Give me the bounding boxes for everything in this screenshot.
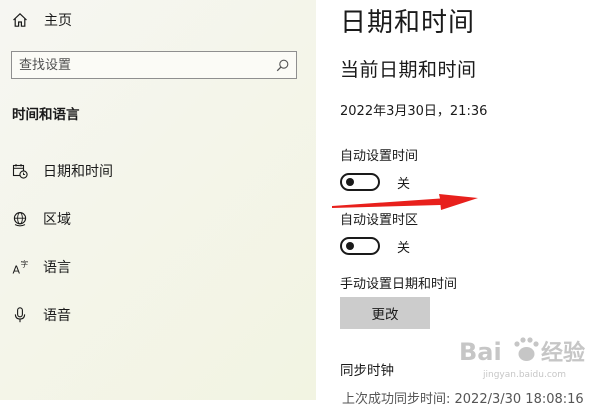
sidebar-item-label: 语音 xyxy=(43,308,71,324)
baidu-watermark: Bai 经验 jingyan.baidu.com xyxy=(457,330,595,382)
microphone-icon xyxy=(12,307,28,323)
auto-timezone-toggle-row: 关 xyxy=(340,235,410,257)
search-input[interactable] xyxy=(12,56,271,74)
paw-logo-icon: Bai 经验 jingyan.baidu.com xyxy=(459,337,585,380)
home-icon xyxy=(12,12,28,28)
sidebar-item-label: 日期和时间 xyxy=(43,164,113,180)
svg-text:Bai: Bai xyxy=(459,338,502,366)
last-sync-text: 上次成功同步时间: 2022/3/30 18:08:16 xyxy=(342,392,584,407)
auto-time-label: 自动设置时间 xyxy=(340,149,419,164)
search-icon[interactable] xyxy=(276,59,289,72)
sidebar-item-label: 区域 xyxy=(43,212,71,228)
sidebar-item-label: 语言 xyxy=(43,260,71,276)
sidebar: 主页 时间和语言 日期和时间 xyxy=(0,0,316,400)
change-datetime-button[interactable]: 更改 xyxy=(340,297,430,329)
home-nav-item[interactable]: 主页 xyxy=(12,9,72,31)
svg-text:jingyan.baidu.com: jingyan.baidu.com xyxy=(482,370,566,380)
manual-datetime-label: 手动设置日期和时间 xyxy=(340,277,458,292)
globe-icon xyxy=(12,211,28,227)
current-datetime-heading: 当前日期和时间 xyxy=(340,59,477,81)
toggle-knob xyxy=(346,242,354,250)
svg-text:经验: 经验 xyxy=(541,340,585,366)
sidebar-item-region[interactable]: 区域 xyxy=(0,199,316,239)
svg-text:字: 字 xyxy=(21,259,28,269)
sidebar-item-date-time[interactable]: 日期和时间 xyxy=(0,151,316,191)
page-title: 日期和时间 xyxy=(340,8,476,38)
search-box[interactable] xyxy=(11,51,297,79)
calendar-clock-icon xyxy=(12,163,28,179)
auto-timezone-toggle[interactable] xyxy=(340,237,380,255)
current-datetime-value: 2022年3月30日，21:36 xyxy=(340,104,488,119)
sidebar-item-speech[interactable]: 语音 xyxy=(0,295,316,335)
sidebar-section-title: 时间和语言 xyxy=(12,107,80,123)
language-icon: A 字 xyxy=(12,259,29,276)
toggle-knob xyxy=(346,178,354,186)
annotation-arrow xyxy=(332,194,478,210)
sidebar-item-language[interactable]: A 字 语言 xyxy=(0,247,316,287)
sync-clock-title: 同步时钟 xyxy=(340,363,394,379)
home-label: 主页 xyxy=(44,13,72,29)
svg-text:A: A xyxy=(13,264,21,276)
auto-timezone-state: 关 xyxy=(397,240,411,256)
